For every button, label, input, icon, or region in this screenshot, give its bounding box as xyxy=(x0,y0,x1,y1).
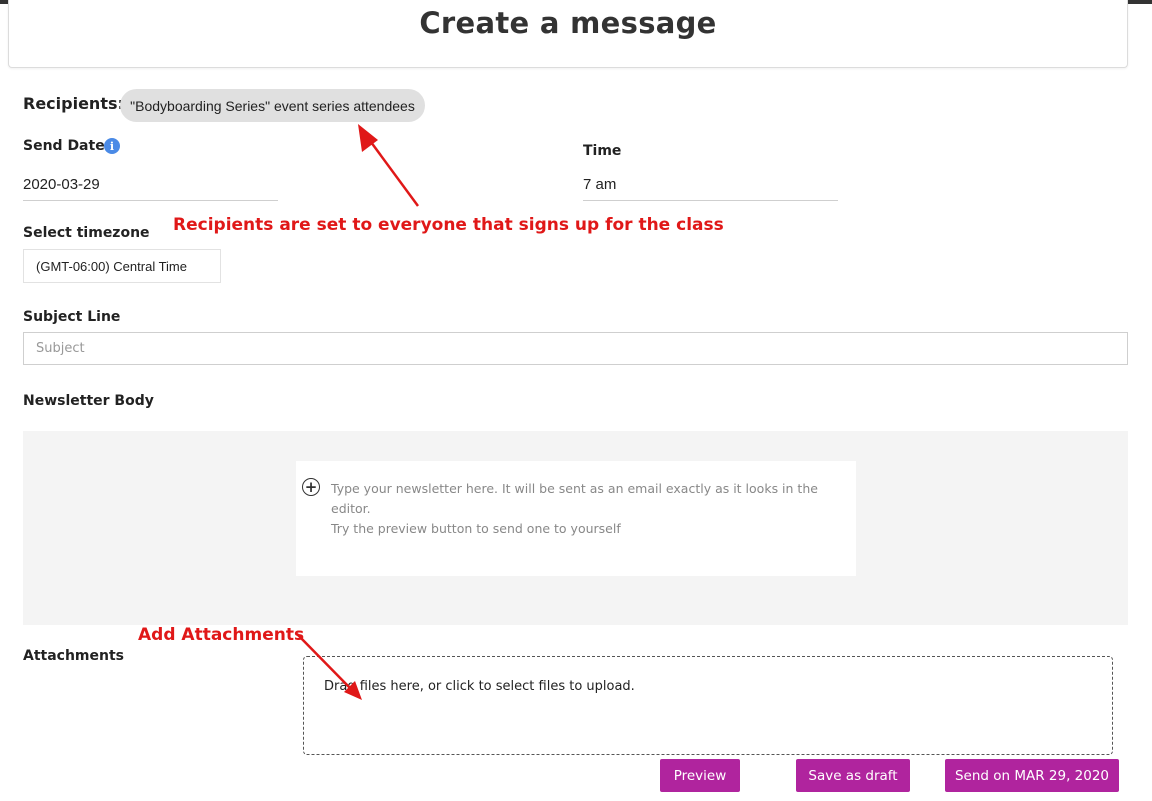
annotation-arrows xyxy=(296,124,420,700)
attachments-arrow-line xyxy=(296,633,351,689)
recipients-arrow-line xyxy=(366,137,420,207)
